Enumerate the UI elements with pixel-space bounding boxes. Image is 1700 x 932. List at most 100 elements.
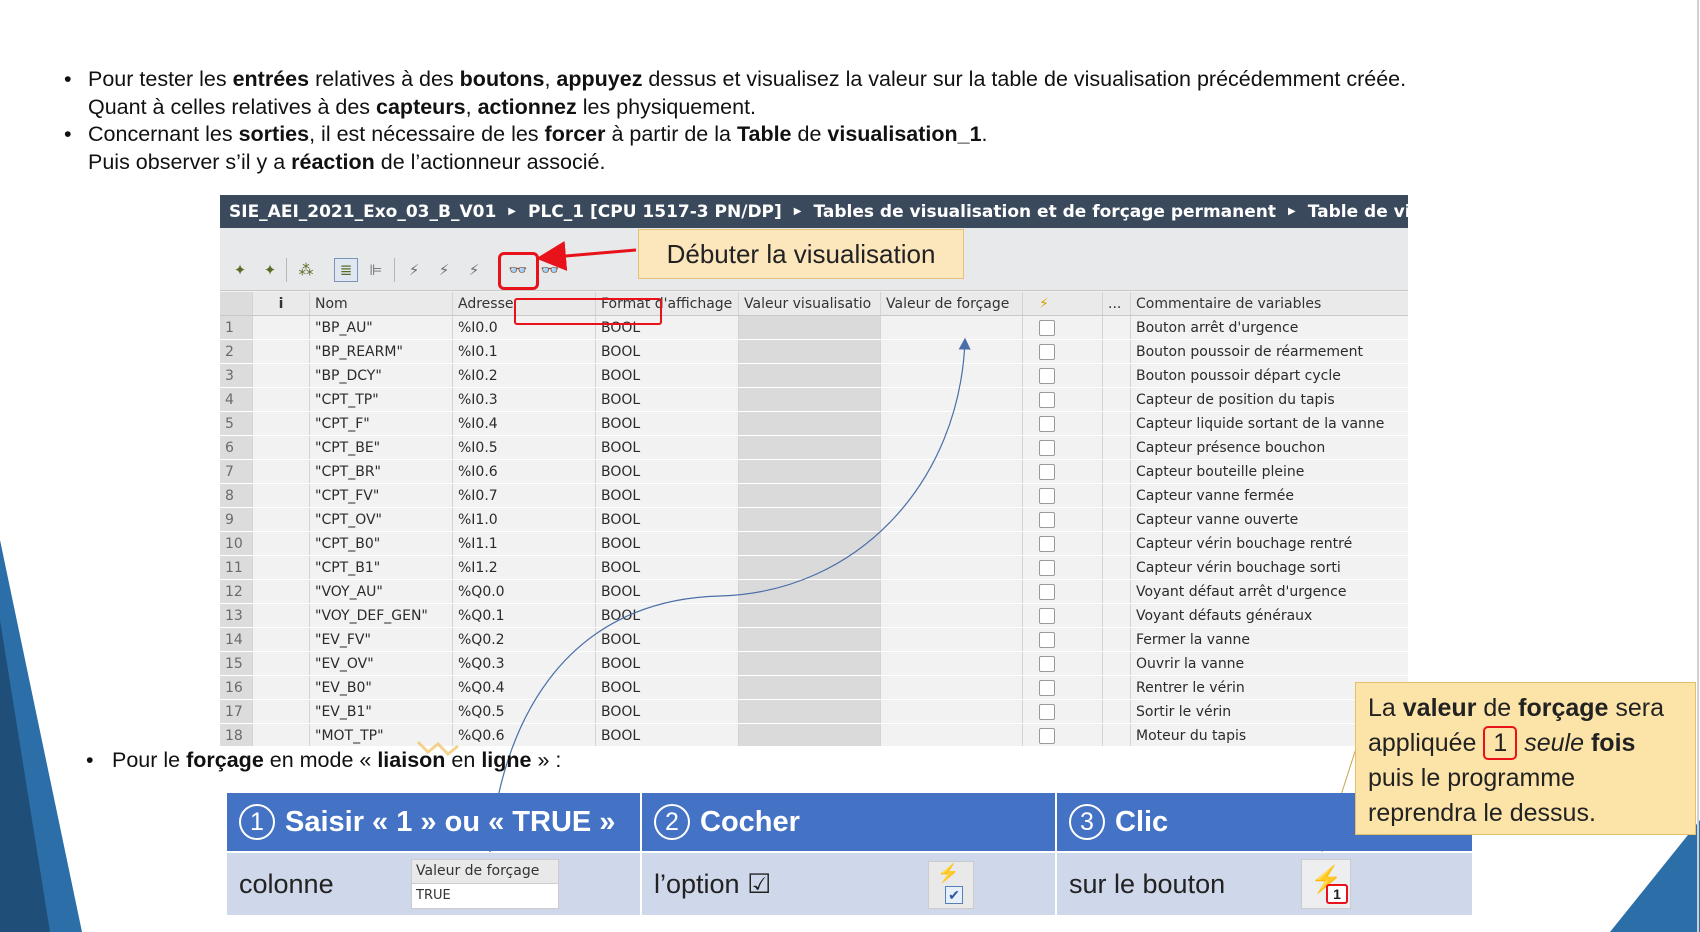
address-cell[interactable]: %I0.7 xyxy=(453,484,596,507)
table-row[interactable]: 14 "EV_FV" %Q0.2 BOOL Fermer la vanne xyxy=(220,628,1408,652)
tag-name-cell[interactable]: "EV_FV" xyxy=(310,628,453,651)
tag-name-cell[interactable]: "CPT_FV" xyxy=(310,484,453,507)
checkbox-icon[interactable] xyxy=(1039,559,1055,576)
more-cell[interactable] xyxy=(1103,628,1131,651)
address-cell[interactable]: %I0.1 xyxy=(453,340,596,363)
table-row[interactable]: 9 "CPT_OV" %I1.0 BOOL Capteur vanne ouverte xyxy=(220,508,1408,532)
tag-name-cell[interactable]: "VOY_AU" xyxy=(310,580,453,603)
format-cell[interactable]: BOOL xyxy=(596,700,739,723)
monitor-once-glasses-icon[interactable]: 👓 xyxy=(538,258,562,282)
format-cell[interactable]: BOOL xyxy=(596,628,739,651)
format-cell[interactable]: BOOL xyxy=(596,412,739,435)
force-checkbox[interactable] xyxy=(1023,484,1103,507)
table-row[interactable]: 10 "CPT_B0" %I1.1 BOOL Capteur vérin bouchag… xyxy=(220,532,1408,556)
table-row[interactable]: 11 "CPT_B1" %I1.2 BOOL Capteur vérin bouchag… xyxy=(220,556,1408,580)
tag-name-cell[interactable]: "BP_REARM" xyxy=(310,340,453,363)
tag-name-cell[interactable]: "CPT_F" xyxy=(310,412,453,435)
tag-name-cell[interactable]: "CPT_BE" xyxy=(310,436,453,459)
comment-cell[interactable]: Capteur liquide sortant de la vanne xyxy=(1131,412,1408,435)
force-value-cell[interactable] xyxy=(881,364,1023,387)
force-icon[interactable]: ⚡ xyxy=(402,258,426,282)
force-checkbox[interactable] xyxy=(1023,556,1103,579)
column-valeur-visualisation[interactable]: Valeur visualisatio xyxy=(739,292,881,315)
force-value-cell[interactable] xyxy=(881,436,1023,459)
more-cell[interactable] xyxy=(1103,676,1131,699)
table-row[interactable]: 7 "CPT_BR" %I0.6 BOOL Capteur bouteille plei… xyxy=(220,460,1408,484)
force-value-cell[interactable] xyxy=(881,652,1023,675)
format-cell[interactable]: BOOL xyxy=(596,532,739,555)
force-value-cell[interactable] xyxy=(881,412,1023,435)
force-checkbox[interactable] xyxy=(1023,724,1103,746)
tag-name-cell[interactable]: "BP_AU" xyxy=(310,316,453,339)
address-cell[interactable]: %I0.3 xyxy=(453,388,596,411)
column-more[interactable]: ... xyxy=(1103,292,1131,315)
monitor-value-cell[interactable] xyxy=(739,460,881,483)
more-cell[interactable] xyxy=(1103,604,1131,627)
force-value-cell[interactable] xyxy=(881,604,1023,627)
table-row[interactable]: 6 "CPT_BE" %I0.5 BOOL Capteur présence bouch… xyxy=(220,436,1408,460)
modify-icon[interactable]: ⚡ xyxy=(462,258,486,282)
force-checkbox[interactable] xyxy=(1023,364,1103,387)
table-row[interactable]: 16 "EV_B0" %Q0.4 BOOL Rentrer le vérin xyxy=(220,676,1408,700)
add-row-icon[interactable]: ✦ xyxy=(258,258,282,282)
table-row[interactable]: 2 "BP_REARM" %I0.1 BOOL Bouton poussoir de r… xyxy=(220,340,1408,364)
column-valeur-forcage[interactable]: Valeur de forçage xyxy=(881,292,1023,315)
table-row[interactable]: 1 "BP_AU" %I0.0 BOOL Bouton arrêt d'urgence xyxy=(220,316,1408,340)
force-value-cell[interactable] xyxy=(881,460,1023,483)
checkbox-icon[interactable] xyxy=(1039,727,1055,744)
monitor-value-cell[interactable] xyxy=(739,604,881,627)
force-value-cell[interactable] xyxy=(881,316,1023,339)
address-cell[interactable]: %I0.5 xyxy=(453,436,596,459)
more-cell[interactable] xyxy=(1103,700,1131,723)
breadcrumb-table[interactable]: Table de visualisation_1 xyxy=(1308,202,1408,222)
checkbox-icon[interactable] xyxy=(1039,607,1055,624)
comment-cell[interactable]: Capteur de position du tapis xyxy=(1131,388,1408,411)
breadcrumb-tables[interactable]: Tables de visualisation et de forçage pe… xyxy=(813,202,1276,222)
tag-name-cell[interactable]: "CPT_B1" xyxy=(310,556,453,579)
tag-name-cell[interactable]: "CPT_B0" xyxy=(310,532,453,555)
force-value-cell[interactable] xyxy=(881,484,1023,507)
more-cell[interactable] xyxy=(1103,316,1131,339)
checkbox-icon[interactable] xyxy=(1039,487,1055,504)
monitor-value-cell[interactable] xyxy=(739,388,881,411)
more-cell[interactable] xyxy=(1103,652,1131,675)
checkbox-icon[interactable] xyxy=(1039,343,1055,360)
address-cell[interactable]: %I0.2 xyxy=(453,364,596,387)
force-checkbox[interactable] xyxy=(1023,532,1103,555)
more-cell[interactable] xyxy=(1103,484,1131,507)
format-cell[interactable]: BOOL xyxy=(596,724,739,746)
monitor-value-cell[interactable] xyxy=(739,484,881,507)
breadcrumb-project[interactable]: SIE_AEI_2021_Exo_03_B_V01 xyxy=(229,202,496,222)
tag-name-cell[interactable]: "EV_B0" xyxy=(310,676,453,699)
format-cell[interactable]: BOOL xyxy=(596,580,739,603)
force-value-cell[interactable] xyxy=(881,388,1023,411)
more-cell[interactable] xyxy=(1103,556,1131,579)
force-checkbox[interactable] xyxy=(1023,628,1103,651)
checkbox-icon[interactable] xyxy=(1039,391,1055,408)
monitor-value-cell[interactable] xyxy=(739,724,881,746)
tag-name-cell[interactable]: "CPT_BR" xyxy=(310,460,453,483)
table-row[interactable]: 12 "VOY_AU" %Q0.0 BOOL Voyant défaut arrêt d… xyxy=(220,580,1408,604)
force-value-cell[interactable] xyxy=(881,508,1023,531)
address-cell[interactable]: %I1.1 xyxy=(453,532,596,555)
force-checkbox[interactable] xyxy=(1023,700,1103,723)
address-cell[interactable]: %Q0.0 xyxy=(453,580,596,603)
checkbox-icon[interactable] xyxy=(1039,655,1055,672)
checkbox-icon[interactable] xyxy=(1039,511,1055,528)
table-row[interactable]: 3 "BP_DCY" %I0.2 BOOL Bouton poussoir départ… xyxy=(220,364,1408,388)
monitor-value-cell[interactable] xyxy=(739,580,881,603)
more-cell[interactable] xyxy=(1103,532,1131,555)
monitor-value-cell[interactable] xyxy=(739,628,881,651)
more-cell[interactable] xyxy=(1103,508,1131,531)
monitor-value-cell[interactable] xyxy=(739,412,881,435)
monitor-value-cell[interactable] xyxy=(739,316,881,339)
checkbox-icon[interactable] xyxy=(1039,463,1055,480)
table-row[interactable]: 18 "MOT_TP" %Q0.6 BOOL Moteur du tapis xyxy=(220,724,1408,746)
checkbox-icon[interactable] xyxy=(1039,679,1055,696)
force-value-cell[interactable] xyxy=(881,700,1023,723)
monitor-value-cell[interactable] xyxy=(739,652,881,675)
more-cell[interactable] xyxy=(1103,388,1131,411)
monitor-value-cell[interactable] xyxy=(739,436,881,459)
force-value-field-example[interactable]: Valeur de forçage TRUE xyxy=(411,859,559,909)
comment-cell[interactable]: Capteur bouteille pleine xyxy=(1131,460,1408,483)
